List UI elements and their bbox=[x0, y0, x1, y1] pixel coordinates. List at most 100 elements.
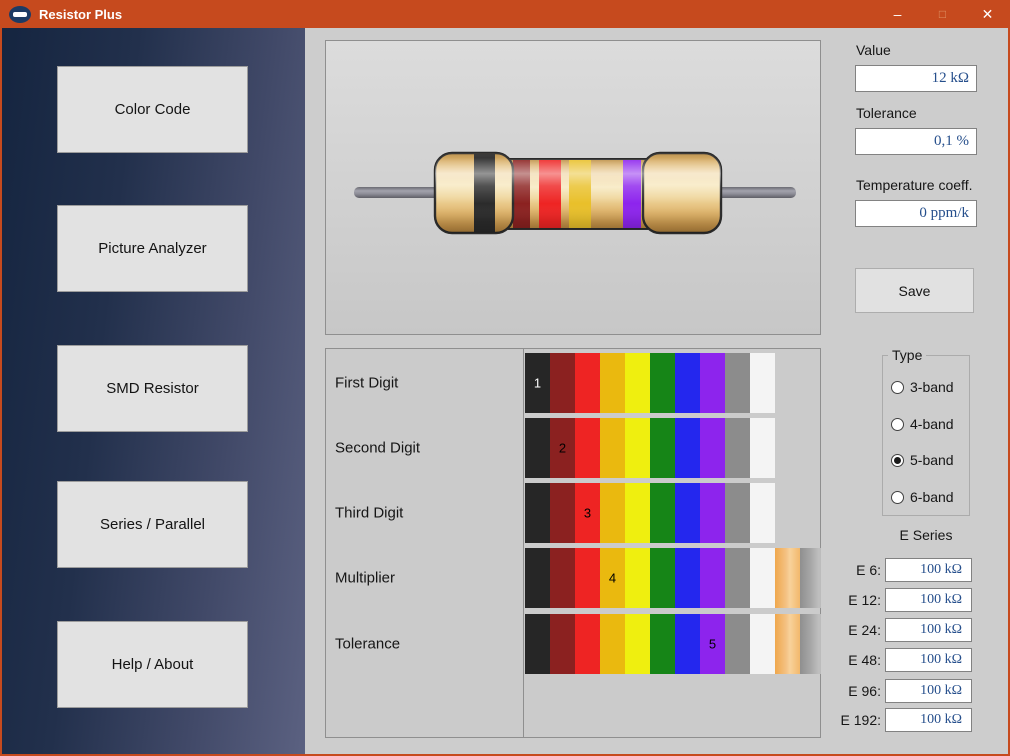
color-cell-gold[interactable] bbox=[775, 614, 800, 674]
e6-input[interactable] bbox=[885, 558, 972, 582]
temp-coeff-label: Temperature coeff. bbox=[856, 177, 972, 193]
color-cell-red[interactable] bbox=[575, 548, 600, 608]
e12-input[interactable] bbox=[885, 588, 972, 612]
color-cell-gray[interactable] bbox=[725, 418, 750, 478]
color-cell-green[interactable] bbox=[650, 418, 675, 478]
e24-input[interactable] bbox=[885, 618, 972, 642]
color-code-table: First Digit 1 Second Digit 2 Third Digit… bbox=[325, 348, 821, 738]
table-row-first-digit: First Digit 1 bbox=[326, 353, 820, 413]
color-cell-brown[interactable] bbox=[550, 483, 575, 543]
table-row-multiplier: Multiplier 4 bbox=[326, 548, 820, 608]
color-cell-red[interactable] bbox=[575, 614, 600, 674]
radio-circle-icon[interactable] bbox=[891, 381, 904, 394]
color-cell-violet[interactable] bbox=[700, 548, 725, 608]
color-cells-second-digit: 2 bbox=[525, 418, 775, 478]
color-cell-gold[interactable] bbox=[775, 548, 800, 608]
sidebar-button-color-code[interactable]: Color Code bbox=[57, 66, 248, 153]
tolerance-input[interactable] bbox=[855, 128, 977, 155]
color-cell-red[interactable] bbox=[575, 353, 600, 413]
band-number-marker: 2 bbox=[559, 441, 566, 456]
color-cell-yellow[interactable] bbox=[625, 353, 650, 413]
save-button[interactable]: Save bbox=[855, 268, 974, 313]
color-cell-white[interactable] bbox=[750, 548, 775, 608]
color-cell-black[interactable] bbox=[525, 548, 550, 608]
radio-label: 4-band bbox=[910, 416, 954, 432]
sidebar-button-picture-analyzer[interactable]: Picture Analyzer bbox=[57, 205, 248, 292]
color-cell-violet[interactable] bbox=[700, 353, 725, 413]
radio-3-band[interactable]: 3-band bbox=[891, 379, 954, 395]
e96-label: E 96: bbox=[848, 683, 881, 699]
value-label: Value bbox=[856, 42, 891, 58]
e192-input[interactable] bbox=[885, 708, 972, 732]
e48-input[interactable] bbox=[885, 648, 972, 672]
radio-circle-icon[interactable] bbox=[891, 491, 904, 504]
color-cell-green[interactable] bbox=[650, 614, 675, 674]
radio-4-band[interactable]: 4-band bbox=[891, 416, 954, 432]
color-cell-yellow[interactable] bbox=[625, 483, 650, 543]
color-cell-red[interactable]: 3 bbox=[575, 483, 600, 543]
color-cell-violet[interactable] bbox=[700, 483, 725, 543]
color-cell-yellow[interactable] bbox=[625, 548, 650, 608]
table-row-second-digit: Second Digit 2 bbox=[326, 418, 820, 478]
color-cell-gray[interactable] bbox=[725, 483, 750, 543]
color-cell-white[interactable] bbox=[750, 418, 775, 478]
sidebar-button-help-about[interactable]: Help / About bbox=[57, 621, 248, 708]
color-cell-gray[interactable] bbox=[725, 548, 750, 608]
temp-coeff-input[interactable] bbox=[855, 200, 977, 227]
color-cell-red[interactable] bbox=[575, 418, 600, 478]
color-cell-black[interactable] bbox=[525, 614, 550, 674]
color-cell-white[interactable] bbox=[750, 353, 775, 413]
color-cell-green[interactable] bbox=[650, 353, 675, 413]
color-cell-blue[interactable] bbox=[675, 614, 700, 674]
color-cell-brown[interactable] bbox=[550, 614, 575, 674]
color-cell-orange[interactable] bbox=[600, 614, 625, 674]
color-cell-brown[interactable] bbox=[550, 353, 575, 413]
color-cell-orange[interactable]: 4 bbox=[600, 548, 625, 608]
titlebar: Resistor Plus – □ ✕ bbox=[0, 0, 1010, 28]
color-cell-gray[interactable] bbox=[725, 353, 750, 413]
radio-6-band[interactable]: 6-band bbox=[891, 489, 954, 505]
radio-circle-icon[interactable] bbox=[891, 454, 904, 467]
color-cell-blue[interactable] bbox=[675, 418, 700, 478]
value-input[interactable] bbox=[855, 65, 977, 92]
color-cell-yellow[interactable] bbox=[625, 614, 650, 674]
color-cell-silver[interactable] bbox=[800, 614, 821, 674]
maximize-button[interactable]: □ bbox=[920, 0, 965, 28]
sidebar-button-series-parallel[interactable]: Series / Parallel bbox=[57, 481, 248, 568]
minimize-button[interactable]: – bbox=[875, 0, 920, 28]
color-cell-orange[interactable] bbox=[600, 483, 625, 543]
color-cell-green[interactable] bbox=[650, 548, 675, 608]
e96-input[interactable] bbox=[885, 679, 972, 703]
e48-label: E 48: bbox=[848, 652, 881, 668]
color-cell-black[interactable]: 1 bbox=[525, 353, 550, 413]
row-label: Multiplier bbox=[335, 570, 395, 587]
color-cell-orange[interactable] bbox=[600, 418, 625, 478]
color-cell-blue[interactable] bbox=[675, 483, 700, 543]
color-cell-black[interactable] bbox=[525, 418, 550, 478]
radio-circle-icon[interactable] bbox=[891, 418, 904, 431]
e24-label: E 24: bbox=[848, 622, 881, 638]
color-cell-green[interactable] bbox=[650, 483, 675, 543]
row-label: Tolerance bbox=[335, 636, 400, 653]
close-button[interactable]: ✕ bbox=[965, 0, 1010, 28]
sidebar-button-smd-resistor[interactable]: SMD Resistor bbox=[57, 345, 248, 432]
color-cell-silver[interactable] bbox=[800, 548, 821, 608]
color-cell-white[interactable] bbox=[750, 614, 775, 674]
radio-label: 6-band bbox=[910, 489, 954, 505]
app-icon bbox=[9, 6, 31, 23]
type-group: Type 3-band 4-band 5-band 6-band bbox=[882, 355, 970, 516]
color-cell-blue[interactable] bbox=[675, 548, 700, 608]
color-cell-black[interactable] bbox=[525, 483, 550, 543]
radio-5-band[interactable]: 5-band bbox=[891, 452, 954, 468]
color-cell-gray[interactable] bbox=[725, 614, 750, 674]
color-cell-violet[interactable]: 5 bbox=[700, 614, 725, 674]
color-cell-brown[interactable]: 2 bbox=[550, 418, 575, 478]
type-group-caption: Type bbox=[888, 347, 926, 363]
color-cell-brown[interactable] bbox=[550, 548, 575, 608]
color-cell-blue[interactable] bbox=[675, 353, 700, 413]
color-cell-orange[interactable] bbox=[600, 353, 625, 413]
color-cell-yellow[interactable] bbox=[625, 418, 650, 478]
color-cell-violet[interactable] bbox=[700, 418, 725, 478]
color-cells-multiplier: 4 bbox=[525, 548, 821, 608]
color-cell-white[interactable] bbox=[750, 483, 775, 543]
